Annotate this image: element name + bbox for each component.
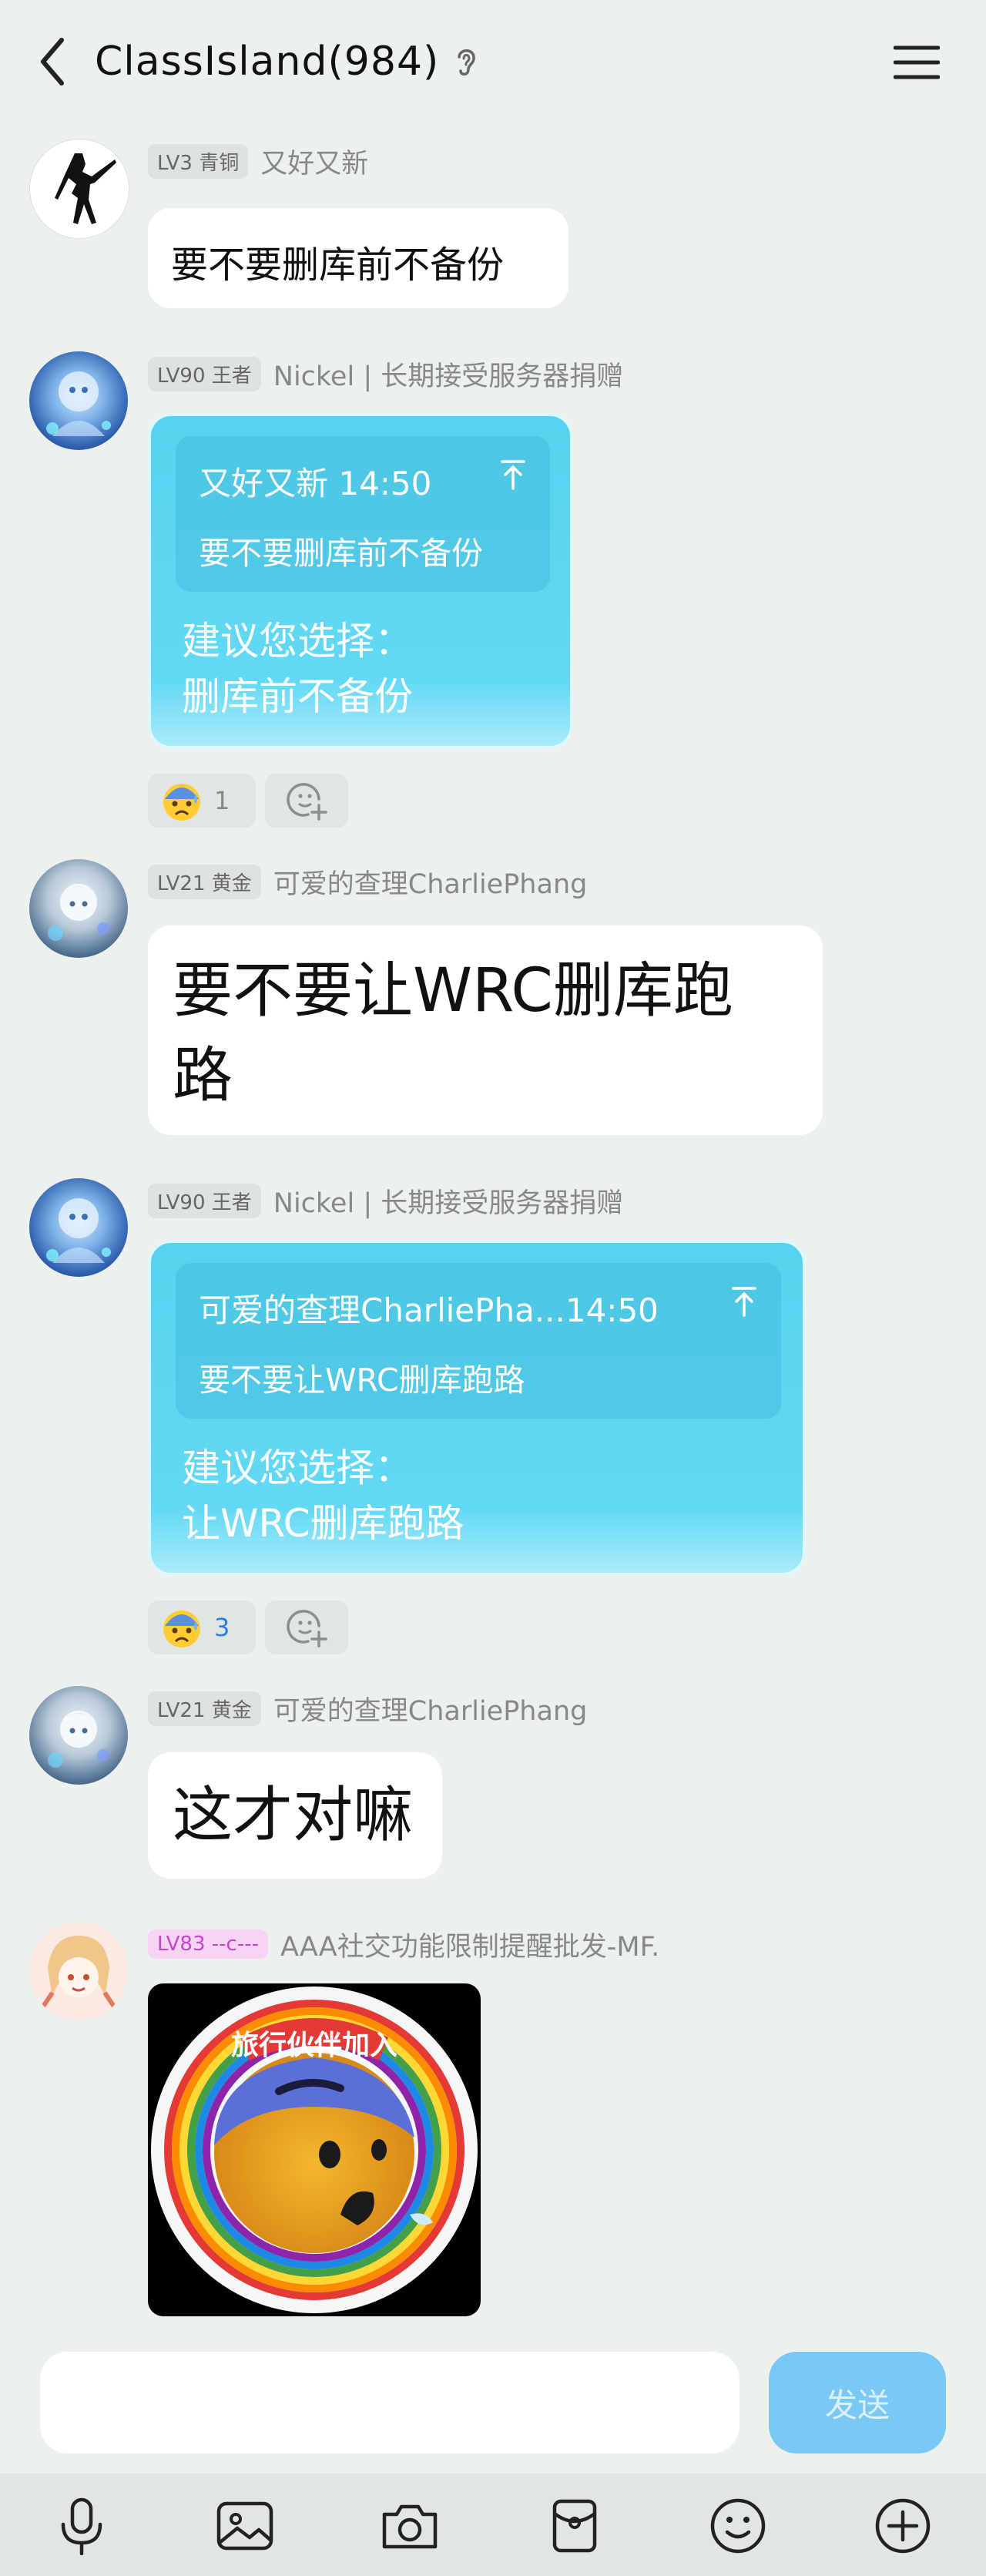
avatar[interactable] bbox=[29, 1922, 128, 2020]
more-button[interactable] bbox=[872, 2495, 934, 2557]
back-button[interactable] bbox=[29, 31, 75, 92]
camera-button[interactable] bbox=[379, 2495, 441, 2557]
quote-header: 又好又新 14:50 bbox=[199, 465, 432, 502]
reaction-chip[interactable]: 1 bbox=[148, 774, 256, 828]
reaction-count: 1 bbox=[214, 786, 230, 815]
reply-line: 建议您选择： bbox=[182, 619, 413, 663]
add-emoji-icon bbox=[287, 1610, 327, 1647]
level-badge: LV3 青铜 bbox=[148, 143, 249, 179]
add-reaction-button[interactable] bbox=[265, 1600, 348, 1654]
message-meta: LV90 王者 Nickel | 长期接受服务器捐赠 bbox=[148, 1181, 623, 1220]
message-meta: LV21 黄金 可爱的查理CharliePhang bbox=[148, 862, 587, 901]
send-button[interactable]: 发送 bbox=[769, 2352, 946, 2453]
avatar-anime-icon bbox=[48, 884, 109, 941]
hamburger-menu-icon bbox=[894, 45, 940, 79]
jump-to-top-icon[interactable] bbox=[499, 459, 527, 490]
message-meta: LV90 王者 Nickel | 长期接受服务器捐赠 bbox=[148, 354, 623, 393]
sender-name[interactable]: 可爱的查理CharliePhang bbox=[273, 862, 588, 902]
reaction-count: 3 bbox=[214, 1613, 230, 1642]
sender-name[interactable]: Nickel | 长期接受服务器捐赠 bbox=[273, 1181, 623, 1221]
chat-title-area[interactable]: ClassIsland(984) bbox=[95, 31, 479, 92]
reply-line: 建议您选择： bbox=[182, 1446, 413, 1490]
reply-bubble[interactable]: 可爱的查理CharliePha...14:50 要不要让WRC删库跑路 建议您选… bbox=[148, 1240, 806, 1576]
message-meta: LV3 青铜 又好又新 bbox=[148, 142, 368, 180]
reply-text: 建议您选择： 让WRC删库跑路 bbox=[182, 1440, 464, 1551]
quote-text: 要不要让WRC删库跑路 bbox=[199, 1362, 525, 1399]
avatar-anime-icon bbox=[46, 1198, 111, 1263]
message-text: 路 bbox=[173, 1041, 233, 1110]
avatar[interactable] bbox=[29, 139, 129, 239]
sender-name[interactable]: 可爱的查理CharliePhang bbox=[273, 1689, 588, 1728]
reaction-bar: 3 bbox=[148, 1600, 357, 1654]
plus-circle-icon bbox=[875, 2498, 931, 2554]
sender-name[interactable]: AAA社交功能限制提醒批发-MF. bbox=[280, 1925, 659, 1964]
quoted-message[interactable]: 可爱的查理CharliePha...14:50 要不要让WRC删库跑路 bbox=[176, 1263, 781, 1419]
image-icon bbox=[216, 2501, 273, 2551]
anxious-sweat-emoji-icon bbox=[163, 784, 200, 821]
message-bubble[interactable]: 这才对嘛 bbox=[148, 1752, 442, 1879]
input-toolbar bbox=[0, 2474, 986, 2576]
reply-text: 建议您选择： 删库前不备份 bbox=[182, 613, 413, 724]
message-text: 要不要让WRC删库跑 bbox=[173, 956, 733, 1026]
composer: 发送 bbox=[0, 2335, 986, 2474]
avatar[interactable] bbox=[29, 1686, 128, 1785]
message-meta: LV83 --c--- AAA社交功能限制提醒批发-MF. bbox=[148, 1925, 659, 1963]
chat-header: ClassIsland(984) bbox=[0, 0, 986, 123]
surprised-face-sticker-icon: 旅行伙伴加入 bbox=[151, 1987, 478, 2313]
anxious-sweat-emoji-icon bbox=[163, 1610, 200, 1647]
quote-header: 可爱的查理CharliePha...14:50 bbox=[199, 1291, 659, 1329]
reply-line: 让WRC删库跑路 bbox=[182, 1501, 464, 1546]
jump-to-top-icon[interactable] bbox=[730, 1286, 758, 1317]
sticker-caption: 旅行伙伴加入 bbox=[231, 2030, 397, 2061]
avatar-anime-icon bbox=[46, 371, 111, 436]
image-button[interactable] bbox=[214, 2495, 276, 2557]
camera-icon bbox=[382, 2504, 438, 2549]
level-badge: LV90 王者 bbox=[148, 356, 261, 391]
reaction-chip[interactable]: 3 bbox=[148, 1600, 256, 1654]
smiley-icon bbox=[710, 2498, 766, 2554]
voice-button[interactable] bbox=[51, 2495, 112, 2557]
message-input[interactable] bbox=[40, 2352, 740, 2453]
quote-text: 要不要删库前不备份 bbox=[199, 535, 483, 572]
reply-bubble[interactable]: 又好又新 14:50 要不要删库前不备份 建议您选择： 删库前不备份 bbox=[148, 413, 573, 749]
avatar-silhouette-icon bbox=[30, 139, 129, 238]
add-reaction-button[interactable] bbox=[265, 774, 348, 828]
red-packet-icon bbox=[552, 2499, 597, 2553]
sender-name[interactable]: Nickel | 长期接受服务器捐赠 bbox=[273, 354, 623, 394]
microphone-icon bbox=[61, 2497, 102, 2555]
avatar[interactable] bbox=[29, 351, 128, 450]
avatar[interactable] bbox=[29, 1178, 128, 1277]
reply-line: 删库前不备份 bbox=[182, 674, 413, 719]
sender-name[interactable]: 又好又新 bbox=[260, 142, 368, 181]
level-badge: LV83 --c--- bbox=[148, 1929, 268, 1959]
sticker-image[interactable]: 旅行伙伴加入 bbox=[148, 1983, 481, 2316]
message-meta: LV21 黄金 可爱的查理CharliePhang bbox=[148, 1689, 587, 1728]
menu-button[interactable] bbox=[886, 35, 947, 89]
avatar[interactable] bbox=[29, 859, 128, 958]
avatar-anime-icon bbox=[48, 1711, 109, 1768]
message-bubble[interactable]: 要不要让WRC删库跑 路 bbox=[148, 925, 823, 1135]
message-bubble[interactable]: 要不要删库前不备份 bbox=[148, 208, 568, 308]
level-badge: LV90 王者 bbox=[148, 1183, 261, 1218]
level-badge: LV21 黄金 bbox=[148, 1691, 261, 1726]
message-text: 要不要删库前不备份 bbox=[171, 243, 505, 287]
red-packet-button[interactable] bbox=[544, 2495, 605, 2557]
level-badge: LV21 黄金 bbox=[148, 864, 261, 899]
reaction-bar: 1 bbox=[148, 774, 357, 828]
emoji-button[interactable] bbox=[707, 2495, 769, 2557]
quoted-message[interactable]: 又好又新 14:50 要不要删库前不备份 bbox=[176, 436, 550, 592]
avatar-anime-girl-icon bbox=[29, 1922, 128, 2020]
add-emoji-icon bbox=[287, 783, 327, 821]
chat-title: ClassIsland(984) bbox=[95, 39, 440, 85]
ear-icon bbox=[458, 49, 476, 76]
back-arrow-icon bbox=[41, 38, 64, 86]
message-text: 这才对嘛 bbox=[173, 1781, 414, 1850]
